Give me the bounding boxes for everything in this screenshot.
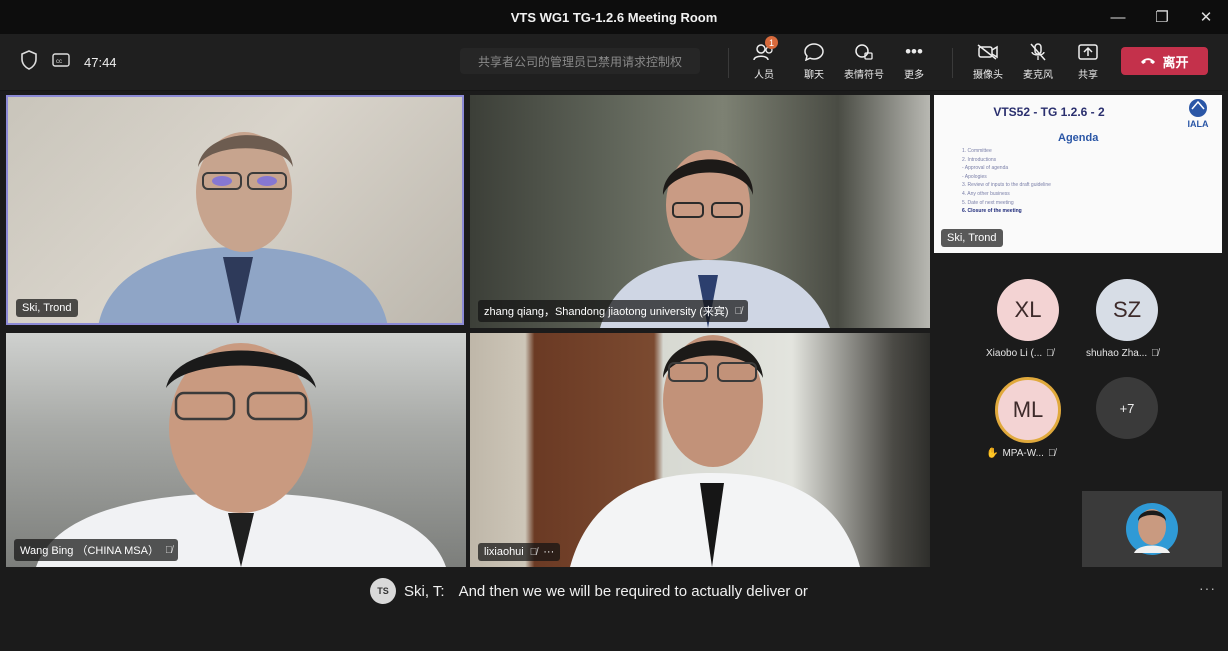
agenda-item: - Apologies xyxy=(962,173,987,180)
camera-label: 摄像头 xyxy=(973,70,1003,81)
mic-off-icon: 🎙̸ xyxy=(529,546,538,558)
window-title: VTS WG1 TG-1.2.6 Meeting Room xyxy=(510,9,718,25)
window-controls: — ❐ ✕ xyxy=(1096,0,1228,34)
participant-name-tag: lixiaohui 🎙̸ ··· xyxy=(478,543,561,561)
captions-icon[interactable]: cc xyxy=(52,52,70,72)
participant-video xyxy=(600,150,830,328)
participant-video xyxy=(98,132,388,323)
agenda-item: - Approval of agenda xyxy=(962,165,1009,172)
share-button[interactable]: 共享 xyxy=(1062,40,1114,86)
participant-video xyxy=(570,335,860,567)
restore-button[interactable]: ❐ xyxy=(1140,0,1184,34)
avatar-initials: XL xyxy=(1014,297,1042,322)
speaker-avatar: TS xyxy=(370,578,396,604)
mic-label: 麦克风 xyxy=(1023,70,1053,81)
participant-label: ✋ MPA-W... 🎙̸ xyxy=(986,448,1055,459)
video-tile-ski-trond[interactable]: Ski, Trond xyxy=(6,95,464,325)
mic-off-icon: 🎙̸ xyxy=(734,305,743,317)
share-icon xyxy=(1078,44,1098,60)
caption-speaker: Ski, T: xyxy=(404,582,445,600)
participant-name: zhang qiang，Shandong jiaotong university… xyxy=(484,306,729,318)
participant-video xyxy=(36,343,446,567)
close-button[interactable]: ✕ xyxy=(1184,0,1228,34)
people-button[interactable]: 1 人员 xyxy=(738,36,790,86)
self-video xyxy=(1126,503,1178,555)
reactions-icon xyxy=(855,44,873,60)
participant-label: shuhao Zha... 🎙̸ xyxy=(1086,348,1159,359)
self-view-video[interactable] xyxy=(1082,491,1222,567)
shield-icon[interactable] xyxy=(20,49,38,75)
mic-off-icon: 🎙̸ xyxy=(1047,448,1056,459)
agenda-item: 5. Date of next meeting xyxy=(962,199,1014,206)
participant-name: lixiaohui xyxy=(484,546,524,558)
reactions-label: 表情符号 xyxy=(844,70,884,81)
minimize-button[interactable]: — xyxy=(1096,0,1140,34)
agenda-item: 1. Committee xyxy=(962,148,992,154)
slide-agenda-list: 1. Committee 2. Introductions - Approval… xyxy=(962,147,1051,216)
meeting-timer: 47:44 xyxy=(84,54,117,70)
caption-text: And then we we will be required to actua… xyxy=(458,582,808,600)
logo-text: IALA xyxy=(1188,119,1209,129)
title-bar: VTS WG1 TG-1.2.6 Meeting Room — ❐ ✕ xyxy=(0,0,1228,34)
avatar-sz[interactable]: SZ xyxy=(1096,279,1158,341)
people-label: 人员 xyxy=(754,70,774,81)
control-disabled-notice: 共享者公司的管理员已禁用请求控制权 xyxy=(460,48,700,74)
participant-name-tag: Ski, Trond xyxy=(16,299,78,317)
more-count: +7 xyxy=(1119,400,1135,416)
mic-off-icon: 🎙̸ xyxy=(164,544,173,556)
camera-off-icon xyxy=(977,44,998,60)
more-participants-button[interactable]: +7 xyxy=(1096,377,1158,439)
toolbar-divider xyxy=(952,48,953,78)
agenda-item: 4. Any other business xyxy=(962,190,1010,197)
participant-name-tag: zhang qiang，Shandong jiaotong university… xyxy=(478,300,749,322)
chat-button[interactable]: 聊天 xyxy=(788,40,840,86)
leave-label: 离开 xyxy=(1162,54,1189,70)
mic-off-icon xyxy=(1030,43,1046,61)
slide-heading: Agenda xyxy=(1058,132,1099,144)
chat-icon xyxy=(804,43,824,61)
leave-button[interactable]: 离开 xyxy=(1121,47,1208,75)
slide-title: VTS52 - TG 1.2.6 - 2 xyxy=(993,105,1105,119)
more-label: 更多 xyxy=(904,70,924,81)
iala-logo: IALA xyxy=(1188,99,1209,129)
more-button[interactable]: ••• 更多 xyxy=(888,40,940,86)
live-caption: TS Ski, T: And then we we will be requir… xyxy=(370,577,808,605)
more-icon: ••• xyxy=(905,42,923,61)
avatar-initials: ML xyxy=(1012,397,1044,422)
raised-hand-icon: ✋ xyxy=(986,448,999,459)
shared-content-slide[interactable]: VTS52 - TG 1.2.6 - 2 IALA Agenda 1. Comm… xyxy=(934,95,1222,253)
camera-button[interactable]: 摄像头 xyxy=(962,40,1014,86)
video-tile-wang-bing[interactable]: Wang Bing （CHINA MSA） 🎙̸ xyxy=(6,333,466,567)
caption-more-icon[interactable]: ··· xyxy=(1199,580,1216,596)
participant-label: Xiaobo Li (... 🎙̸ xyxy=(986,348,1054,359)
video-tile-zhang-qiang[interactable]: zhang qiang，Shandong jiaotong university… xyxy=(470,95,930,328)
participant-name: shuhao Zha... xyxy=(1086,348,1148,359)
phone-hangup-icon xyxy=(1141,58,1156,64)
agenda-item: 6. Closure of the meeting xyxy=(962,208,1022,215)
chat-label: 聊天 xyxy=(804,70,824,81)
participant-name: Xiaobo Li (... xyxy=(986,348,1043,359)
mic-button[interactable]: 麦克风 xyxy=(1012,40,1064,86)
mic-off-icon: 🎙̸ xyxy=(1046,348,1054,359)
participant-name: Ski, Trond xyxy=(22,302,72,314)
reactions-button[interactable]: 表情符号 xyxy=(838,40,890,86)
tile-more-options[interactable]: ··· xyxy=(543,546,554,558)
participant-name-tag: Wang Bing （CHINA MSA） 🎙̸ xyxy=(14,539,179,561)
agenda-item: 3. Review of inputs to the draft guideli… xyxy=(962,182,1051,189)
people-badge: 1 xyxy=(765,36,778,49)
svg-text:cc: cc xyxy=(56,59,62,65)
meeting-toolbar: cc 47:44 共享者公司的管理员已禁用请求控制权 1 人员 聊天 表情符号 … xyxy=(0,34,1228,91)
agenda-item: 2. Introductions xyxy=(962,156,997,163)
avatar-initials: SZ xyxy=(1112,297,1142,322)
video-tile-lixiaohui[interactable]: lixiaohui 🎙̸ ··· xyxy=(470,333,930,567)
avatar-ml[interactable]: ML xyxy=(995,377,1061,443)
participant-name: MPA-W... xyxy=(1002,448,1044,459)
mic-off-icon: 🎙̸ xyxy=(1151,348,1159,359)
toolbar-divider xyxy=(728,48,729,78)
share-label: 共享 xyxy=(1078,70,1098,81)
presenter-name-tag: Ski, Trond xyxy=(941,229,1003,247)
participant-name: Wang Bing （CHINA MSA） xyxy=(20,545,159,557)
avatar-xl[interactable]: XL xyxy=(997,279,1059,341)
